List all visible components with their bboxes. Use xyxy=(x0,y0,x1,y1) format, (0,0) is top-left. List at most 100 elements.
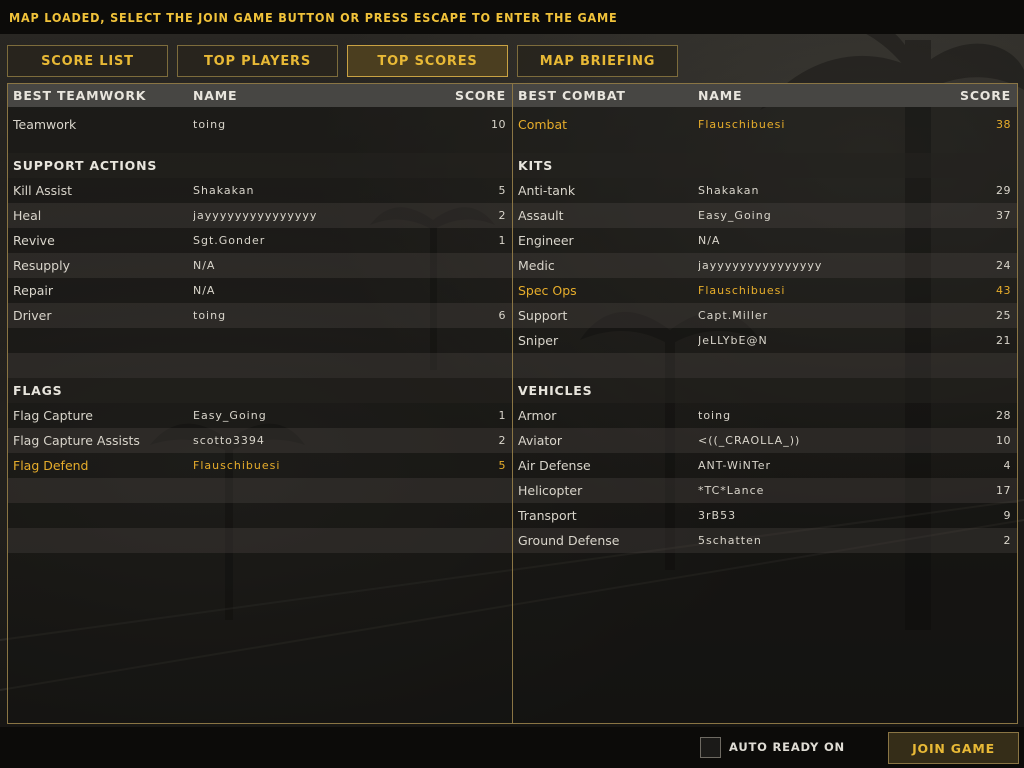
status-message: MAP LOADED, SELECT THE JOIN GAME BUTTON … xyxy=(9,9,618,25)
score-row: Assault Easy_Going 37 xyxy=(513,203,1017,228)
tab-top-scores[interactable]: TOP SCORES xyxy=(347,45,508,77)
player-name: 3rB53 xyxy=(698,509,737,522)
score-row: Ground Defense 5schatten 2 xyxy=(513,528,1017,553)
award-label: Heal xyxy=(13,208,42,223)
auto-ready-checkbox[interactable] xyxy=(700,737,721,758)
section-title: FLAGS xyxy=(8,378,512,403)
score-row: Armor toing 28 xyxy=(513,403,1017,428)
player-name: N/A xyxy=(193,284,216,297)
join-game-button[interactable]: JOIN GAME xyxy=(888,732,1019,764)
score-row: Engineer N/A xyxy=(513,228,1017,253)
award-label: Teamwork xyxy=(13,116,77,132)
score-row: Heal jayyyyyyyyyyyyyyy 2 xyxy=(8,203,512,228)
empty-row xyxy=(8,528,512,553)
award-label: Assault xyxy=(518,208,564,223)
award-score: 28 xyxy=(996,409,1011,422)
category-header: BEST TEAMWORK xyxy=(13,88,147,103)
player-name: N/A xyxy=(698,234,721,247)
score-row: Flag Capture Easy_Going 1 xyxy=(8,403,512,428)
award-label: Flag Capture Assists xyxy=(13,433,140,448)
score-row: Flag Defend Flauschibuesi 5 xyxy=(8,453,512,478)
award-score: 2 xyxy=(498,209,506,222)
tab-top-players[interactable]: TOP PLAYERS xyxy=(177,45,338,77)
award-score: 4 xyxy=(1003,459,1011,472)
award-label: Aviator xyxy=(518,433,563,448)
empty-row xyxy=(513,353,1017,378)
award-score: 5 xyxy=(498,459,506,472)
award-score: 38 xyxy=(996,117,1011,131)
award-label: Engineer xyxy=(518,233,574,248)
left-score-column: BEST TEAMWORK NAME SCORE Teamwork toing 10 SUP… xyxy=(8,84,513,723)
score-row: Resupply N/A xyxy=(8,253,512,278)
player-name: toing xyxy=(193,309,227,322)
player-name: toing xyxy=(698,409,732,422)
player-name: Capt.Miller xyxy=(698,309,769,322)
tab-map-briefing[interactable]: MAP BRIEFING xyxy=(517,45,678,77)
award-label: Air Defense xyxy=(518,458,591,473)
player-name: Easy_Going xyxy=(698,209,772,222)
award-label: Sniper xyxy=(518,333,559,348)
award-score: 25 xyxy=(996,309,1011,322)
player-name: Sgt.Gonder xyxy=(193,234,266,247)
award-score: 43 xyxy=(996,284,1011,297)
empty-row xyxy=(8,478,512,503)
award-label: Repair xyxy=(13,283,54,298)
award-score: 2 xyxy=(1003,534,1011,547)
player-name: Easy_Going xyxy=(193,409,267,422)
player-name: toing xyxy=(193,117,227,131)
column-header: BEST TEAMWORK NAME SCORE xyxy=(8,84,512,107)
score-row: Revive Sgt.Gonder 1 xyxy=(8,228,512,253)
award-label: Kill Assist xyxy=(13,183,73,198)
player-name: Shakakan xyxy=(193,184,255,197)
award-score: 2 xyxy=(498,434,506,447)
score-header: SCORE xyxy=(960,88,1011,103)
award-label: Anti-tank xyxy=(518,183,576,198)
award-label: Flag Capture xyxy=(13,408,93,423)
tab-bar: SCORE LIST TOP PLAYERS TOP SCORES MAP BR… xyxy=(7,45,678,77)
column-header: BEST COMBAT NAME SCORE xyxy=(513,84,1017,107)
award-score: 9 xyxy=(1003,509,1011,522)
award-score: 6 xyxy=(498,309,506,322)
auto-ready-label: AUTO READY ON xyxy=(729,740,845,754)
tab-score-list[interactable]: SCORE LIST xyxy=(7,45,168,77)
award-score: 1 xyxy=(498,409,506,422)
player-name: <((_CRAOLLA_)) xyxy=(698,434,801,447)
award-label: Combat xyxy=(518,116,568,132)
empty-row xyxy=(8,353,512,378)
score-row: Helicopter *TC*Lance 17 xyxy=(513,478,1017,503)
score-row: Spec Ops Flauschibuesi 43 xyxy=(513,278,1017,303)
award-label: Support xyxy=(518,308,568,323)
status-message-bar: MAP LOADED, SELECT THE JOIN GAME BUTTON … xyxy=(0,0,1024,34)
player-name: Flauschibuesi xyxy=(698,117,786,131)
player-name: *TC*Lance xyxy=(698,484,765,497)
score-row: Support Capt.Miller 25 xyxy=(513,303,1017,328)
score-row: Air Defense ANT-WiNTer 4 xyxy=(513,453,1017,478)
score-row: Anti-tank Shakakan 29 xyxy=(513,178,1017,203)
score-row: Medic jayyyyyyyyyyyyyyy 24 xyxy=(513,253,1017,278)
award-score: 29 xyxy=(996,184,1011,197)
award-score: 17 xyxy=(996,484,1011,497)
award-label: Revive xyxy=(13,233,55,248)
score-row: Teamwork toing 10 xyxy=(8,107,512,141)
score-row: Aviator <((_CRAOLLA_)) 10 xyxy=(513,428,1017,453)
top-scores-panel: BEST TEAMWORK NAME SCORE Teamwork toing 10 SUP… xyxy=(7,83,1018,724)
empty-row xyxy=(8,503,512,528)
right-score-column: BEST COMBAT NAME SCORE Combat Flauschibuesi 3… xyxy=(513,84,1017,723)
score-row: Repair N/A xyxy=(8,278,512,303)
award-score: 21 xyxy=(996,334,1011,347)
player-name: N/A xyxy=(193,259,216,272)
player-name: Flauschibuesi xyxy=(698,284,786,297)
award-score: 10 xyxy=(996,434,1011,447)
score-row: Driver toing 6 xyxy=(8,303,512,328)
award-label: Transport xyxy=(518,508,577,523)
player-name: JeLLYbE@N xyxy=(698,334,768,347)
player-name: jayyyyyyyyyyyyyyy xyxy=(193,209,318,222)
award-label: Helicopter xyxy=(518,483,583,498)
award-label: Ground Defense xyxy=(518,533,620,548)
player-name: Flauschibuesi xyxy=(193,459,281,472)
player-name: jayyyyyyyyyyyyyyy xyxy=(698,259,823,272)
score-row: Transport 3rB53 9 xyxy=(513,503,1017,528)
name-header: NAME xyxy=(193,88,238,103)
